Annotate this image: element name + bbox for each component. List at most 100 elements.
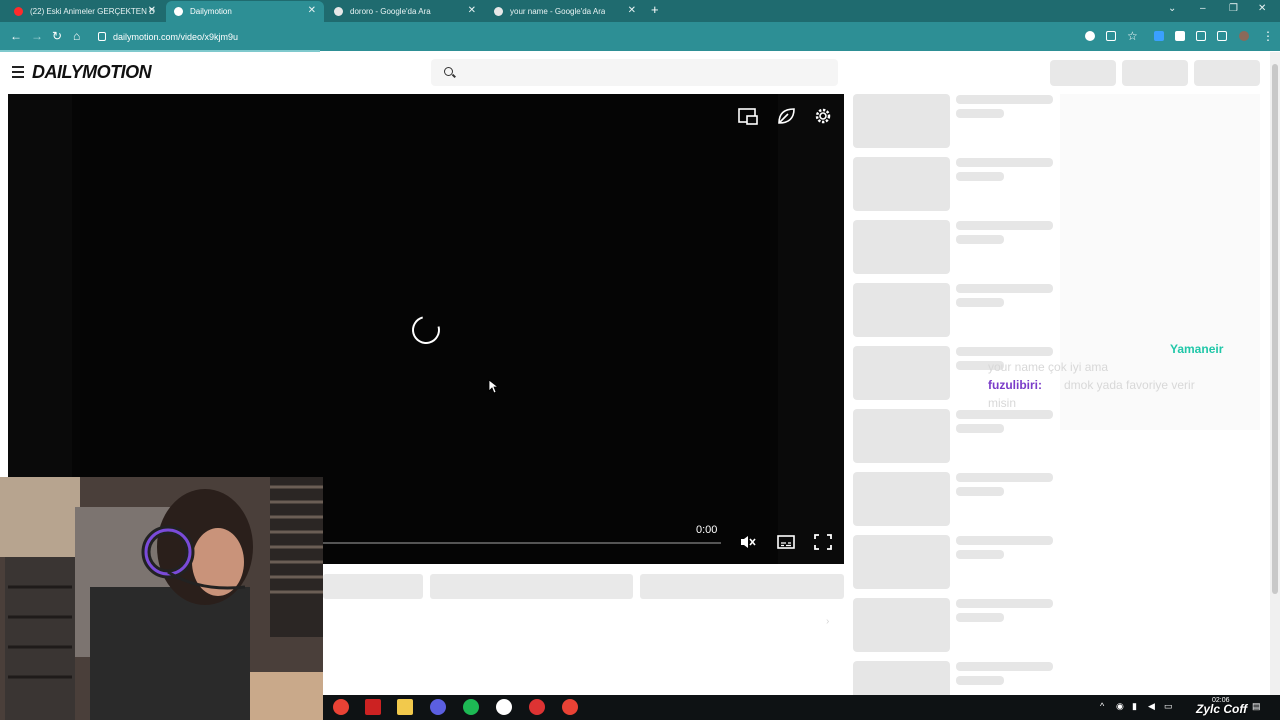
title-placeholder bbox=[956, 599, 1053, 608]
video-thumbnail-placeholder[interactable] bbox=[853, 535, 950, 589]
video-timecode: 0:00 bbox=[696, 524, 718, 536]
meta-placeholder bbox=[956, 235, 1004, 244]
title-placeholder bbox=[956, 662, 1053, 671]
video-thumbnail-placeholder[interactable] bbox=[853, 598, 950, 652]
tab-dailymotion[interactable]: Dailymotion ✕ bbox=[166, 1, 324, 22]
close-icon[interactable]: ✕ bbox=[308, 5, 316, 16]
settings-icon[interactable] bbox=[813, 106, 833, 126]
bookmark-star-icon[interactable]: ☆ bbox=[1127, 29, 1138, 43]
window-close-icon[interactable]: ✕ bbox=[1258, 3, 1266, 14]
meta-placeholder bbox=[956, 676, 1004, 685]
notification-icon[interactable]: ▤ bbox=[1252, 701, 1261, 712]
microphone-icon[interactable]: ▮ bbox=[1132, 701, 1137, 712]
chat-message: your name çok iyi ama bbox=[988, 360, 1109, 374]
discord-icon[interactable] bbox=[430, 699, 446, 715]
video-thumbnail-placeholder[interactable] bbox=[853, 346, 950, 400]
meta-placeholder bbox=[956, 613, 1004, 622]
browser-tab-strip: (22) Eski Animeler GERÇEKTEN D ✕ Dailymo… bbox=[0, 0, 1280, 22]
site-logo[interactable]: DAILYMOTION bbox=[32, 62, 152, 83]
google-lens-icon[interactable] bbox=[1085, 31, 1095, 41]
chrome-active-icon[interactable] bbox=[562, 699, 578, 715]
video-thumbnail-placeholder[interactable] bbox=[853, 220, 950, 274]
meta-placeholder bbox=[956, 109, 1004, 118]
title-placeholder bbox=[956, 158, 1053, 167]
tab-placeholder[interactable] bbox=[640, 574, 844, 599]
screen: (22) Eski Animeler GERÇEKTEN D ✕ Dailymo… bbox=[0, 0, 1280, 720]
watermark: Zylc Coff bbox=[1196, 702, 1248, 716]
tab-dororo[interactable]: dororo - Google'da Ara ✕ bbox=[326, 1, 484, 22]
new-tab-button[interactable]: + bbox=[651, 2, 659, 17]
search-icon bbox=[444, 67, 453, 76]
google-icon bbox=[334, 7, 343, 16]
youtube-icon bbox=[14, 7, 23, 16]
tray-chevron-icon[interactable]: ^ bbox=[1100, 701, 1104, 711]
fullscreen-icon[interactable] bbox=[814, 534, 832, 550]
tab-placeholder[interactable] bbox=[430, 574, 633, 599]
close-icon[interactable]: ✕ bbox=[468, 5, 476, 16]
home-icon[interactable]: ⌂ bbox=[73, 29, 80, 43]
video-progress-bar[interactable] bbox=[323, 542, 721, 544]
url-text: dailymotion.com/video/x9kjm9u bbox=[113, 31, 239, 42]
video-thumbnail-placeholder[interactable] bbox=[853, 157, 950, 211]
chevron-right-icon[interactable]: › bbox=[826, 616, 829, 627]
display-icon[interactable]: ▭ bbox=[1164, 701, 1173, 712]
header-button-placeholder[interactable] bbox=[1122, 60, 1188, 86]
streamer-camera-image bbox=[0, 477, 323, 720]
tab-placeholder[interactable] bbox=[323, 574, 423, 599]
header-button-placeholder[interactable] bbox=[1194, 60, 1260, 86]
restore-icon[interactable]: ❐ bbox=[1229, 3, 1238, 14]
hamburger-menu-icon[interactable] bbox=[12, 66, 24, 81]
subtitles-icon[interactable] bbox=[777, 534, 795, 550]
tab-label: Dailymotion bbox=[190, 7, 232, 16]
webcam-overlay bbox=[0, 477, 323, 720]
tab-label: (22) Eski Animeler GERÇEKTEN D bbox=[30, 7, 155, 16]
reload-icon[interactable]: ↻ bbox=[52, 29, 62, 43]
side-panel-icon[interactable] bbox=[1217, 31, 1227, 41]
title-placeholder bbox=[956, 221, 1053, 230]
eco-leaf-icon[interactable] bbox=[776, 106, 796, 126]
file-explorer-icon[interactable] bbox=[397, 699, 413, 715]
menu-kebab-icon[interactable]: ⋮ bbox=[1262, 29, 1274, 43]
close-icon[interactable]: ✕ bbox=[148, 5, 156, 16]
video-thumbnail-placeholder[interactable] bbox=[853, 409, 950, 463]
tab-youtube[interactable]: (22) Eski Animeler GERÇEKTEN D ✕ bbox=[6, 1, 164, 22]
video-thumbnail-placeholder[interactable] bbox=[853, 283, 950, 337]
video-thumbnail-placeholder[interactable] bbox=[853, 472, 950, 526]
mute-icon[interactable] bbox=[739, 534, 757, 550]
volume-icon[interactable]: ◀ bbox=[1148, 701, 1155, 712]
chrome-icon[interactable] bbox=[333, 699, 349, 715]
meta-placeholder bbox=[956, 172, 1004, 181]
puzzle-icon[interactable] bbox=[1175, 31, 1185, 41]
avatar[interactable] bbox=[1239, 31, 1249, 41]
extension-icon[interactable] bbox=[1154, 31, 1164, 41]
title-placeholder bbox=[956, 536, 1053, 545]
share-icon[interactable] bbox=[1106, 31, 1116, 41]
dailymotion-icon bbox=[174, 7, 183, 16]
tab-label: your name - Google'da Ara bbox=[510, 7, 606, 16]
close-icon[interactable]: ✕ bbox=[628, 5, 636, 16]
tab-search-icon[interactable]: ⌄ bbox=[1168, 3, 1176, 14]
minimize-icon[interactable]: – bbox=[1200, 3, 1206, 14]
voicemeeter-icon[interactable] bbox=[365, 699, 381, 715]
back-icon[interactable]: ← bbox=[10, 29, 22, 43]
reading-list-icon[interactable] bbox=[1196, 31, 1206, 41]
chrome-profile-icon[interactable] bbox=[529, 699, 545, 715]
title-placeholder bbox=[956, 473, 1053, 482]
chat-username: fuzulibiri: bbox=[988, 378, 1042, 392]
forward-icon[interactable]: → bbox=[31, 29, 43, 43]
scrollbar-thumb[interactable] bbox=[1272, 64, 1278, 594]
spotify-icon[interactable] bbox=[463, 699, 479, 715]
header-button-placeholder[interactable] bbox=[1050, 60, 1116, 86]
title-placeholder bbox=[956, 284, 1053, 293]
mouse-cursor-icon bbox=[488, 379, 498, 394]
tab-your-name[interactable]: your name - Google'da Ara ✕ bbox=[486, 1, 644, 22]
obs-icon[interactable] bbox=[496, 699, 512, 715]
network-icon[interactable]: ◉ bbox=[1116, 701, 1124, 712]
picture-in-picture-icon[interactable] bbox=[738, 106, 758, 126]
video-thumbnail-placeholder[interactable] bbox=[853, 94, 950, 148]
site-header: DAILYMOTION bbox=[0, 52, 1270, 92]
tab-label: dororo - Google'da Ara bbox=[350, 7, 431, 16]
search-input[interactable] bbox=[431, 59, 838, 86]
chat-message-continued: misin bbox=[988, 396, 1017, 410]
address-bar[interactable]: dailymotion.com/video/x9kjm9u bbox=[98, 26, 1080, 47]
